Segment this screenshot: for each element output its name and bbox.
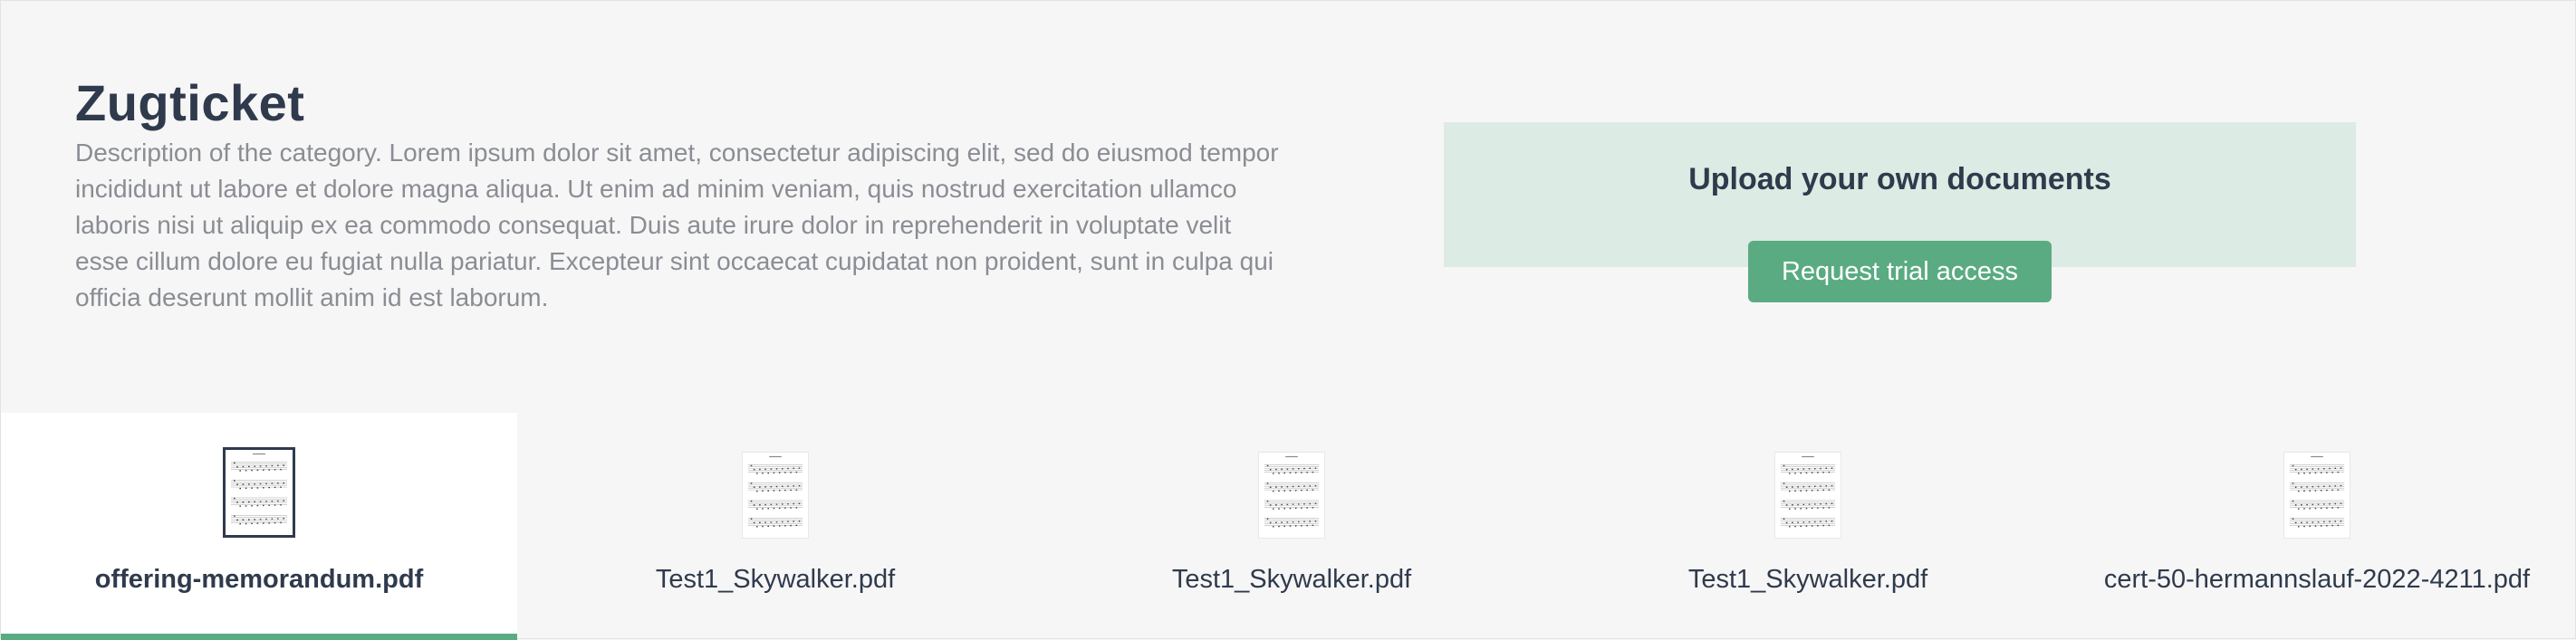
pdf-thumbnail-icon	[1774, 452, 1841, 539]
document-item[interactable]: Test1_Skywalker.pdf	[517, 413, 1033, 640]
category-title: Zugticket	[75, 74, 305, 131]
pdf-thumbnail-icon	[223, 447, 295, 538]
pdf-thumbnail-icon	[1258, 452, 1325, 539]
upload-title: Upload your own documents	[1688, 162, 2111, 196]
request-trial-button[interactable]: Request trial access	[1748, 241, 2052, 302]
document-name: Test1_Skywalker.pdf	[655, 565, 896, 594]
document-name: Test1_Skywalker.pdf	[1171, 565, 1412, 594]
document-item[interactable]: Test1_Skywalker.pdf	[1550, 413, 2066, 640]
document-name: offering-memorandum.pdf	[94, 565, 424, 594]
document-name: Test1_Skywalker.pdf	[1687, 565, 1928, 594]
document-list: offering-memorandum.pdf Test1_Skywalker.…	[1, 413, 2576, 640]
document-name: cert-50-hermannslauf-2022-4211.pdf	[2103, 565, 2531, 594]
category-header: Zugticket Description of the category. L…	[1, 1, 2576, 413]
pdf-thumbnail-icon	[742, 452, 809, 539]
pdf-thumbnail-icon	[2283, 452, 2350, 539]
document-item[interactable]: cert-50-hermannslauf-2022-4211.pdf	[2057, 413, 2576, 640]
document-item[interactable]: offering-memorandum.pdf	[1, 413, 517, 640]
category-description: Description of the category. Lorem ipsum…	[75, 139, 1279, 311]
document-item[interactable]: Test1_Skywalker.pdf	[1033, 413, 1550, 640]
